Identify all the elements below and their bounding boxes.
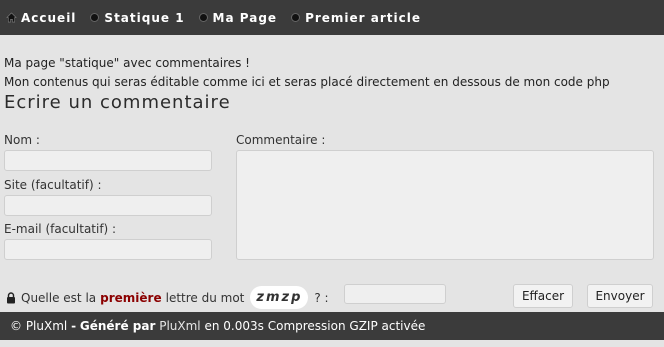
nav-item-statique-1[interactable]: Statique 1: [90, 11, 184, 25]
footer-generated: Généré par: [79, 319, 156, 333]
footer-gzip: Compression GZIP activée: [267, 319, 426, 333]
captcha-emphasis: première: [100, 290, 162, 305]
captcha-input[interactable]: [344, 284, 446, 304]
nav-item-accueil[interactable]: Accueil: [6, 11, 76, 25]
comment-textarea[interactable]: [236, 150, 654, 260]
site-label: Site (facultatif) :: [4, 178, 102, 192]
comment-label: Commentaire :: [236, 133, 326, 147]
nav-label: Accueil: [21, 10, 77, 25]
bullet-icon: [90, 13, 100, 22]
captcha-row: Quelle est la première lettre du mot zmz…: [6, 286, 329, 309]
nav-item-ma-page[interactable]: Ma Page: [198, 10, 278, 25]
name-label: Nom :: [4, 133, 40, 147]
captcha-prefix: Quelle est la: [21, 290, 97, 305]
reset-button[interactable]: Effacer: [513, 284, 573, 308]
lock-icon: [7, 291, 15, 303]
footer-pluxml-link[interactable]: PluXml: [159, 319, 200, 333]
email-label: E-mail (facultatif) :: [4, 222, 117, 236]
captcha-suffix: lettre du mot: [165, 290, 245, 305]
nav-label: Statique 1: [104, 10, 185, 25]
nav-label: Premier article: [305, 10, 421, 25]
intro-line-1: Ma page "statique" avec commentaires !: [4, 56, 250, 70]
comment-form-title: Ecrire un commentaire: [4, 92, 231, 113]
nav-label: Ma Page: [212, 10, 278, 25]
footer-copyright: © PluXml: [10, 319, 68, 333]
intro-line-2: Mon contenus qui seras éditable comme ic…: [4, 75, 610, 89]
captcha-word: zmzp: [250, 286, 309, 309]
name-input[interactable]: [4, 150, 212, 171]
top-navigation: Accueil Statique 1 Ma Page Premier artic…: [0, 0, 664, 35]
email-input[interactable]: [4, 239, 212, 260]
captcha-after: ? :: [314, 290, 329, 305]
submit-button[interactable]: Envoyer: [587, 284, 653, 308]
bullet-icon: [198, 13, 208, 22]
footer-timing: en 0.003s: [204, 319, 264, 333]
nav-item-premier-article[interactable]: Premier article: [291, 11, 421, 25]
site-input[interactable]: [4, 195, 212, 216]
footer-dash: -: [71, 319, 77, 333]
footer: © PluXml - Généré par PluXml en 0.003s C…: [0, 312, 664, 340]
bullet-icon: [291, 13, 301, 22]
home-icon: [6, 12, 17, 23]
